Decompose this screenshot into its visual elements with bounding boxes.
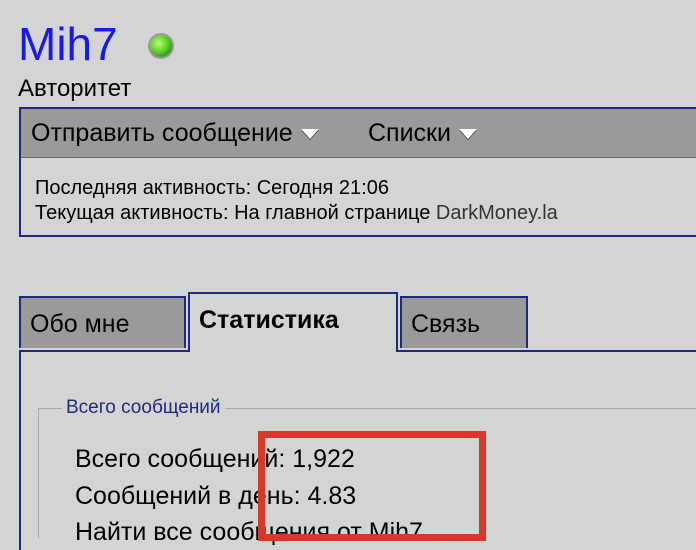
tab-contact[interactable]: Связь: [400, 296, 528, 348]
last-activity: Последняя активность: Сегодня 21:06: [35, 177, 389, 199]
user-title: Авторитет: [18, 75, 132, 102]
online-status-icon: [150, 35, 172, 57]
chevron-down-icon: [458, 129, 477, 140]
chevron-down-icon: [300, 129, 319, 140]
username: Mih7: [18, 18, 118, 70]
profile-menu-bar: Отправить сообщение Списки: [21, 109, 696, 158]
total-posts-legend: Всего сообщений: [62, 396, 225, 420]
send-message-label: Отправить сообщение: [31, 119, 293, 147]
current-activity-link[interactable]: DarkMoney.la: [436, 202, 558, 224]
send-message-menu[interactable]: Отправить сообщение: [31, 117, 319, 149]
tab-about[interactable]: Обо мне: [19, 296, 186, 348]
lists-label: Списки: [368, 119, 451, 147]
current-activity: Текущая активность: На главной странице …: [35, 201, 558, 225]
lists-menu[interactable]: Списки: [368, 117, 477, 149]
tab-statistics[interactable]: Статистика: [188, 292, 398, 352]
highlight-box: [258, 431, 486, 541]
profile-info-box: Отправить сообщение Списки Последняя акт…: [19, 107, 696, 237]
current-activity-label: Текущая активность: На главной странице: [35, 202, 431, 224]
